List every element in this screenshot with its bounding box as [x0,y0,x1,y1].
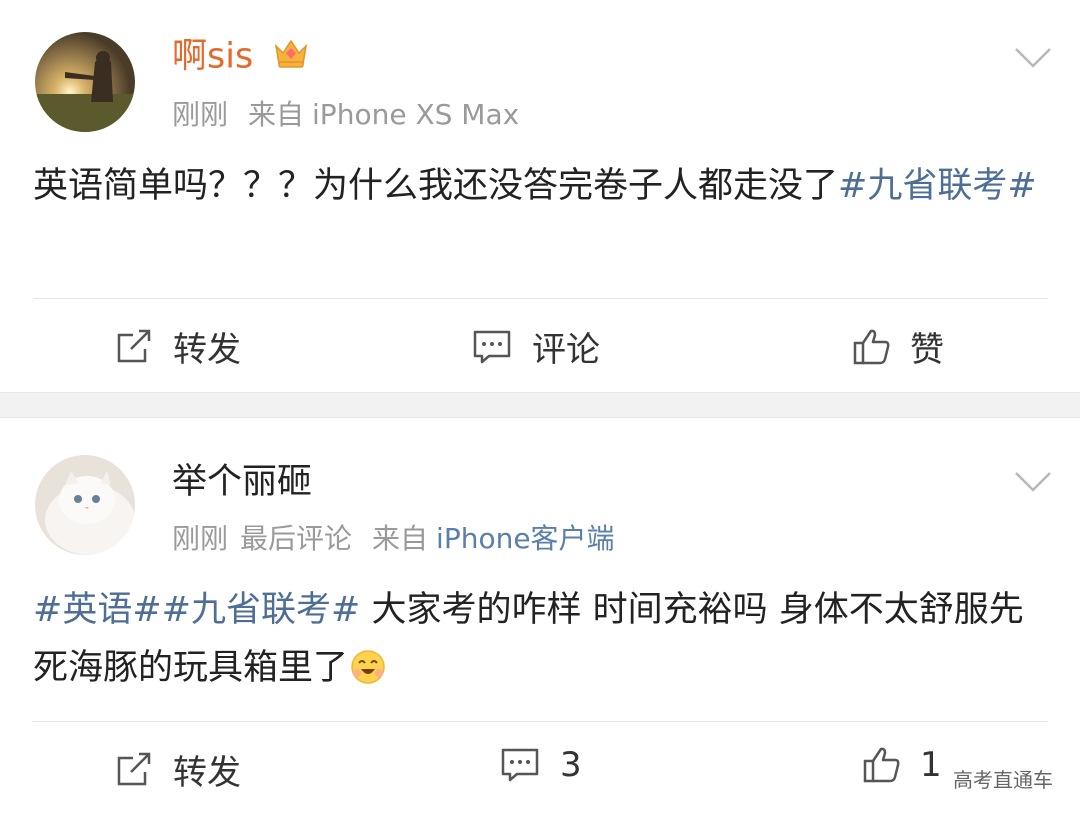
thumbs-up-icon [863,747,900,783]
post-meta: 刚刚 来自 iPhone XS Max [172,97,539,133]
post-time: 刚刚 [172,522,229,555]
comment-icon [473,330,511,363]
username[interactable]: 啊sis [172,34,310,81]
watermark: 高考直通车 [953,768,1053,792]
repost-icon [117,752,151,785]
comment-count: 3 [560,745,582,785]
repost-label: 转发 [173,753,241,793]
hashtag-link[interactable]: #九省联考# [162,590,361,630]
like-button[interactable]: 赞 [852,322,944,371]
divider [33,721,1048,722]
divider [33,298,1048,299]
repost-icon [117,329,151,362]
post-text: 英语简单吗？？？为什么我还没答完卷子人都走没了 [33,166,839,206]
avatar[interactable] [35,32,135,132]
post-time: 刚刚 [172,98,229,131]
username-text[interactable]: 啊sis [172,37,253,77]
like-count: 1 [920,745,942,785]
avatar[interactable] [35,455,135,555]
comment-button[interactable]: 3 [500,745,582,785]
post-source: iPhone XS Max [312,98,520,131]
post-content: #英语##九省联考# 大家考的咋样 时间充裕吗 身体不太舒服先死海豚的玩具箱里了 [33,581,1043,703]
comment-button[interactable]: 评论 [472,322,600,371]
chevron-down-icon[interactable] [1014,470,1052,494]
blushing-smile-emoji-icon [350,645,386,703]
post-content: 英语简单吗？？？为什么我还没答完卷子人都走没了#九省联考# [33,157,1043,215]
repost-label: 转发 [173,330,241,370]
comment-icon [501,748,539,782]
post-separator [0,392,1080,418]
hashtag-link[interactable]: #英语# [33,590,162,630]
comment-label: 评论 [532,330,600,370]
hashtag-link[interactable]: #九省联考# [838,166,1037,206]
weibo-post: 啊sis 刚刚 来自 iPhone XS Max 英语简单吗？？？为什么我还没答完卷… [0,0,1080,392]
chevron-down-icon[interactable] [1014,46,1052,70]
username[interactable]: 举个丽砸 [172,460,312,504]
source-prefix: 来自 [372,522,429,555]
post-meta: 刚刚 最后评论 来自 iPhone客户端 [172,521,635,557]
crown-vip-icon[interactable] [272,34,310,81]
weibo-post: 举个丽砸 刚刚 最后评论 来自 iPhone客户端 #英语##九省联考# 大家考的咋样… [0,418,1080,821]
thumbs-up-icon [853,329,890,364]
post-source-link[interactable]: iPhone客户端 [436,522,615,555]
source-prefix: 来自 [248,98,305,131]
like-label: 赞 [910,330,944,370]
like-button[interactable]: 1 [862,745,942,785]
repost-button[interactable]: 转发 [115,745,241,794]
last-comment-label: 最后评论 [240,522,353,555]
repost-button[interactable]: 转发 [115,322,241,371]
